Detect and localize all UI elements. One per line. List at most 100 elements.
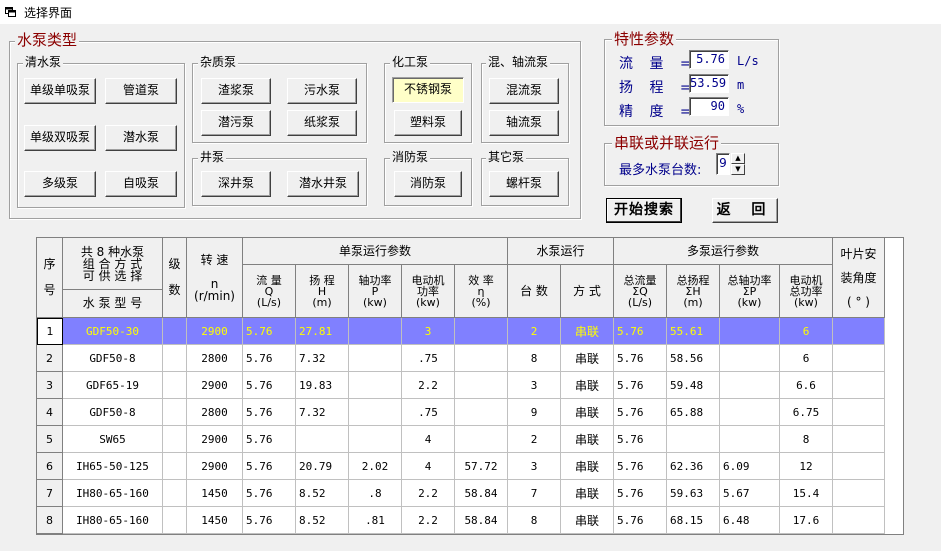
count-cell[interactable]: 7 (508, 480, 561, 507)
deep-well-pump-button[interactable]: 深井泵 (201, 171, 271, 197)
efficiency-cell[interactable] (455, 372, 508, 399)
submersible-pump-button[interactable]: 潜水泵 (105, 125, 177, 151)
motor-power-cell[interactable]: 2.2 (402, 372, 455, 399)
efficiency-cell[interactable] (455, 318, 508, 345)
stage-cell[interactable] (163, 399, 187, 426)
motor-power-cell[interactable]: .75 (402, 345, 455, 372)
flow-cell[interactable]: 5.76 (243, 426, 296, 453)
flow-cell[interactable]: 5.76 (243, 480, 296, 507)
row-number[interactable]: 3 (37, 372, 63, 399)
total-shaft-cell[interactable]: 5.67 (720, 480, 780, 507)
total-motor-cell[interactable]: 6 (780, 318, 833, 345)
mode-cell[interactable]: 串联 (561, 453, 614, 480)
count-cell[interactable]: 3 (508, 453, 561, 480)
model-cell[interactable]: GDF50-8 (63, 345, 163, 372)
motor-power-cell[interactable]: 2.2 (402, 480, 455, 507)
plastic-pump-button[interactable]: 塑料泵 (394, 110, 462, 136)
blade-angle-cell[interactable] (833, 399, 885, 426)
stage-cell[interactable] (163, 480, 187, 507)
flow-input[interactable]: 5.76 (689, 50, 729, 69)
efficiency-cell[interactable]: 58.84 (455, 480, 508, 507)
stage-cell[interactable] (163, 372, 187, 399)
total-motor-cell[interactable]: 6 (780, 345, 833, 372)
head-cell[interactable]: 27.81 (296, 318, 349, 345)
flow-cell[interactable]: 5.76 (243, 453, 296, 480)
results-grid[interactable]: 序 号 共 8 种水泵 组 合 方 式 可 供 选 择 水 泵 型 号 级 数 … (36, 237, 904, 535)
total-motor-cell[interactable]: 15.4 (780, 480, 833, 507)
head-input[interactable]: 53.59 (689, 74, 729, 93)
stage-cell[interactable] (163, 345, 187, 372)
count-cell[interactable]: 2 (508, 318, 561, 345)
head-cell[interactable]: 8.52 (296, 480, 349, 507)
screw-pump-button[interactable]: 螺杆泵 (489, 171, 559, 197)
shaft-power-cell[interactable]: .81 (349, 507, 402, 534)
sewage-pump-button[interactable]: 污水泵 (287, 78, 357, 104)
model-cell[interactable]: IH80-65-160 (63, 480, 163, 507)
count-cell[interactable]: 9 (508, 399, 561, 426)
total-head-cell[interactable]: 59.63 (667, 480, 720, 507)
head-cell[interactable]: 8.52 (296, 507, 349, 534)
mode-cell[interactable]: 串联 (561, 345, 614, 372)
row-number[interactable]: 8 (37, 507, 63, 534)
total-flow-cell[interactable]: 5.76 (614, 318, 667, 345)
spin-up-button[interactable]: ▲ (731, 153, 745, 164)
model-cell[interactable]: GDF50-8 (63, 399, 163, 426)
total-head-cell[interactable]: 62.36 (667, 453, 720, 480)
shaft-power-cell[interactable] (349, 372, 402, 399)
total-head-cell[interactable] (667, 426, 720, 453)
total-motor-cell[interactable]: 6.75 (780, 399, 833, 426)
total-shaft-cell[interactable] (720, 372, 780, 399)
flow-cell[interactable]: 5.76 (243, 318, 296, 345)
spin-down-button[interactable]: ▼ (731, 164, 745, 175)
flow-cell[interactable]: 5.76 (243, 507, 296, 534)
mixed-flow-pump-button[interactable]: 混流泵 (489, 78, 559, 104)
head-cell[interactable]: 20.79 (296, 453, 349, 480)
total-shaft-cell[interactable] (720, 399, 780, 426)
pipeline-pump-button[interactable]: 管道泵 (105, 78, 177, 104)
total-flow-cell[interactable]: 5.76 (614, 507, 667, 534)
mode-cell[interactable]: 串联 (561, 399, 614, 426)
speed-cell[interactable]: 2800 (187, 345, 243, 372)
blade-angle-cell[interactable] (833, 318, 885, 345)
row-number[interactable]: 4 (37, 399, 63, 426)
speed-cell[interactable]: 2800 (187, 399, 243, 426)
precision-input[interactable]: 90 (689, 97, 729, 116)
mode-cell[interactable]: 串联 (561, 372, 614, 399)
row-number[interactable]: 1 (37, 318, 63, 345)
shaft-power-cell[interactable] (349, 345, 402, 372)
total-flow-cell[interactable]: 5.76 (614, 372, 667, 399)
flow-cell[interactable]: 5.76 (243, 345, 296, 372)
total-flow-cell[interactable]: 5.76 (614, 345, 667, 372)
model-cell[interactable]: SW65 (63, 426, 163, 453)
start-search-button[interactable]: 开始搜索 (606, 198, 682, 223)
total-motor-cell[interactable]: 6.6 (780, 372, 833, 399)
shaft-power-cell[interactable]: 2.02 (349, 453, 402, 480)
total-shaft-cell[interactable] (720, 345, 780, 372)
head-cell[interactable]: 7.32 (296, 345, 349, 372)
head-cell[interactable] (296, 426, 349, 453)
efficiency-cell[interactable] (455, 345, 508, 372)
efficiency-cell[interactable]: 57.72 (455, 453, 508, 480)
slurry-pump-button[interactable]: 渣浆泵 (201, 78, 271, 104)
mode-cell[interactable]: 串联 (561, 480, 614, 507)
row-number[interactable]: 2 (37, 345, 63, 372)
self-priming-pump-button[interactable]: 自吸泵 (105, 171, 177, 197)
count-cell[interactable]: 3 (508, 372, 561, 399)
speed-cell[interactable]: 1450 (187, 507, 243, 534)
model-cell[interactable]: IH80-65-160 (63, 507, 163, 534)
axial-flow-pump-button[interactable]: 轴流泵 (489, 110, 559, 136)
mode-cell[interactable]: 串联 (561, 507, 614, 534)
efficiency-cell[interactable] (455, 399, 508, 426)
mode-cell[interactable]: 串联 (561, 426, 614, 453)
count-cell[interactable]: 8 (508, 345, 561, 372)
submersible-sewage-pump-button[interactable]: 潜污泵 (201, 110, 271, 136)
max-pumps-input[interactable]: 9 (716, 153, 730, 175)
stainless-steel-pump-button[interactable]: 不锈钢泵 (392, 77, 464, 103)
speed-cell[interactable]: 1450 (187, 480, 243, 507)
row-number[interactable]: 7 (37, 480, 63, 507)
total-head-cell[interactable]: 65.88 (667, 399, 720, 426)
motor-power-cell[interactable]: 4 (402, 426, 455, 453)
paper-pulp-pump-button[interactable]: 纸浆泵 (287, 110, 357, 136)
count-cell[interactable]: 8 (508, 507, 561, 534)
total-motor-cell[interactable]: 12 (780, 453, 833, 480)
